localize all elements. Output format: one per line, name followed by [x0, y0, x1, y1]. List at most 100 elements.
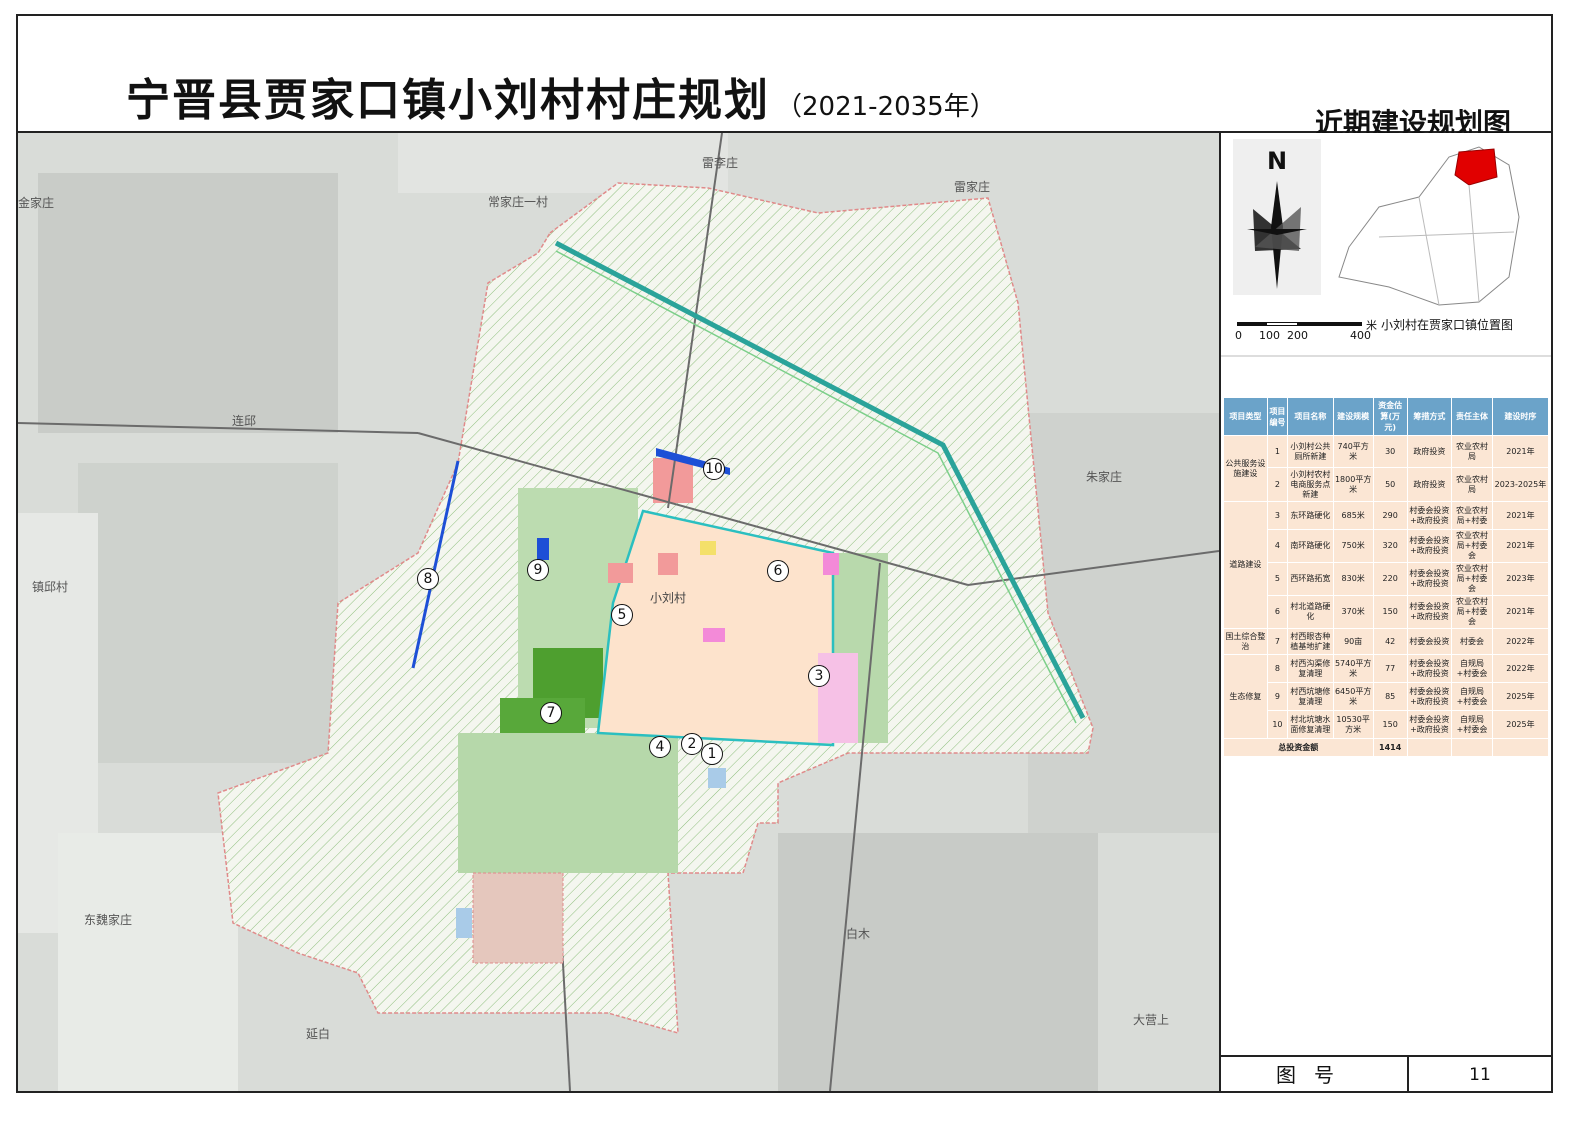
- location-map: [1338, 146, 1520, 306]
- col-header: 项目名称: [1287, 397, 1334, 436]
- table-cell: 村委会投资+政府投资: [1406, 710, 1453, 739]
- table-cell: 东环路硬化: [1287, 501, 1334, 530]
- table-cell: 42: [1372, 628, 1408, 655]
- table-cell: 村委会: [1451, 628, 1493, 655]
- table-cell: 2025年: [1491, 682, 1550, 711]
- table-cell: 国土综合整治: [1223, 628, 1268, 655]
- project-marker-4[interactable]: 4: [649, 736, 671, 758]
- project-marker-1[interactable]: 1: [701, 743, 723, 765]
- main-title: 宁晋县贾家口镇小刘村村庄规划 （2021-2035年）: [126, 75, 996, 126]
- table-row: 公共服务设施建设 1 小刘村公共厕所新建 740平方米 30 政府投资 农业农村…: [1223, 435, 1550, 502]
- col-header: 资金估算(万元): [1372, 397, 1408, 436]
- total-label: 总投资金额: [1223, 738, 1374, 757]
- project-marker-10[interactable]: 10: [703, 458, 725, 480]
- col-header: 责任主体: [1451, 397, 1493, 436]
- figure-label: 图号: [1221, 1057, 1409, 1093]
- place-name: 大营上: [1133, 1013, 1170, 1027]
- scale-bar: 米 0 100 200 400: [1235, 319, 1377, 342]
- table-cell: 自规局+村委会: [1451, 710, 1493, 739]
- table-cell: 小刘村农村电商服务点新建: [1287, 467, 1334, 502]
- green-zone-south: [458, 733, 678, 873]
- table-cell: 2021年: [1491, 501, 1550, 530]
- table-cell: 10530平方米: [1332, 710, 1374, 739]
- pond-9: [537, 538, 549, 560]
- table-cell: [1406, 738, 1453, 757]
- table-cell: 6: [1266, 595, 1289, 629]
- project-marker-3[interactable]: 3: [808, 665, 830, 687]
- table-row: 4 南环路硬化 750米 320 村委会投资+政府投资 农业农村局+村委会 20…: [1224, 529, 1550, 563]
- table-cell: 220: [1372, 562, 1408, 596]
- table-cell: 村委会投资+政府投资: [1406, 501, 1453, 530]
- project-marker-6[interactable]: 6: [767, 560, 789, 582]
- place-name: 东魏家庄: [84, 913, 133, 927]
- table-cell: 8: [1266, 654, 1289, 683]
- table-cell: 道路建设: [1223, 501, 1268, 629]
- table-row: 9 村西坑塘修复清理 6450平方米 85 村委会投资+政府投资 自规局+村委会…: [1224, 682, 1550, 711]
- col-header: 筹措方式: [1406, 397, 1453, 436]
- table-cell: 2: [1266, 467, 1289, 502]
- place-name: 雷家庄: [954, 180, 991, 194]
- table-cell: 村北坑塘水面修复清理: [1287, 710, 1334, 739]
- place-name: 金家庄: [18, 196, 55, 210]
- project-marker-2[interactable]: 2: [681, 733, 703, 755]
- table-cell: 自规局+村委会: [1451, 682, 1493, 711]
- table-cell: 2023年: [1491, 562, 1550, 596]
- table-cell: 1: [1266, 435, 1289, 468]
- figure-number: 11: [1469, 1065, 1491, 1085]
- table-cell: 村委会投资+政府投资: [1406, 654, 1453, 683]
- project-table: 项目类型 项目编号 项目名称 建设规模 资金估算(万元) 筹措方式 责任主体 建…: [1223, 397, 1550, 757]
- table-cell: 农业农村局+村委会: [1451, 562, 1493, 596]
- table-cell: 150: [1372, 710, 1408, 739]
- table-cell: 4: [1266, 529, 1289, 563]
- table-cell: 村委会投资+政府投资: [1406, 595, 1453, 629]
- col-header: 项目类型: [1223, 397, 1268, 436]
- table-cell: 农业农村局: [1451, 435, 1493, 468]
- table-cell: 公共服务设施建设: [1223, 435, 1268, 502]
- table-cell: 村委会投资+政府投资: [1406, 529, 1453, 563]
- table-header-row: 项目类型 项目编号 项目名称 建设规模 资金估算(万元) 筹措方式 责任主体 建…: [1223, 397, 1550, 436]
- table-cell: 290: [1372, 501, 1408, 530]
- table-cell: 9: [1266, 682, 1289, 711]
- table-cell: 小刘村公共厕所新建: [1287, 435, 1334, 468]
- planning-map[interactable]: 小刘村 金家庄 常家庄一村 雷李庄 雷家庄 连邱 朱家庄 镇邱村 东魏家庄 白木…: [18, 133, 1219, 1091]
- table-cell: 30: [1372, 435, 1408, 468]
- sidebar-divider: [1221, 355, 1551, 357]
- table-cell: 320: [1372, 529, 1408, 563]
- project-marker-9[interactable]: 9: [527, 559, 549, 581]
- table-cell: 西环路拓宽: [1287, 562, 1334, 596]
- project-marker-8[interactable]: 8: [417, 568, 439, 590]
- scale-tick: 400: [1350, 329, 1371, 342]
- figure-number-row: 图号 11: [1221, 1055, 1551, 1093]
- table-cell: 村委会投资: [1406, 628, 1453, 655]
- table-cell: 3: [1266, 501, 1289, 530]
- table-row: 生态修复 8 村西沟渠修复清理 5740平方米 77 村委会投资+政府投资 自规…: [1223, 654, 1550, 739]
- project-marker-7[interactable]: 7: [540, 702, 562, 724]
- project-marker-5[interactable]: 5: [611, 604, 633, 626]
- place-name: 雷李庄: [702, 156, 739, 170]
- total-value: 1414: [1372, 738, 1408, 757]
- location-map-caption: 小刘村在贾家口镇位置图: [1381, 318, 1514, 332]
- table-cell: 政府投资: [1406, 467, 1453, 502]
- table-cell: 10: [1266, 710, 1289, 739]
- table-cell: 农业农村局: [1451, 467, 1493, 502]
- table-cell: 750米: [1332, 529, 1374, 563]
- table-cell: 政府投资: [1406, 435, 1453, 468]
- place-name: 朱家庄: [1086, 470, 1123, 484]
- table-cell: 5: [1266, 562, 1289, 596]
- table-cell: 南环路硬化: [1287, 529, 1334, 563]
- table-cell: 2023-2025年: [1491, 467, 1550, 502]
- table-cell: 740平方米: [1332, 435, 1374, 468]
- table-cell: 77: [1372, 654, 1408, 683]
- table-cell: 6450平方米: [1332, 682, 1374, 711]
- table-cell: 农业农村局+村委会: [1451, 529, 1493, 563]
- table-cell: [1491, 738, 1550, 757]
- table-cell: 2021年: [1491, 435, 1550, 468]
- col-header: 建设时序: [1491, 397, 1550, 436]
- table-cell: 2022年: [1491, 654, 1550, 683]
- table-cell: 农业农村局+村委: [1451, 501, 1493, 530]
- table-row: 国土综合整治 7 村西眼杏种植基地扩建 90亩 42 村委会投资 村委会 202…: [1223, 628, 1550, 655]
- table-cell: 村委会投资+政府投资: [1406, 562, 1453, 596]
- table-cell: 685米: [1332, 501, 1374, 530]
- table-cell: 村西眼杏种植基地扩建: [1287, 628, 1334, 655]
- place-name: 常家庄一村: [488, 195, 549, 209]
